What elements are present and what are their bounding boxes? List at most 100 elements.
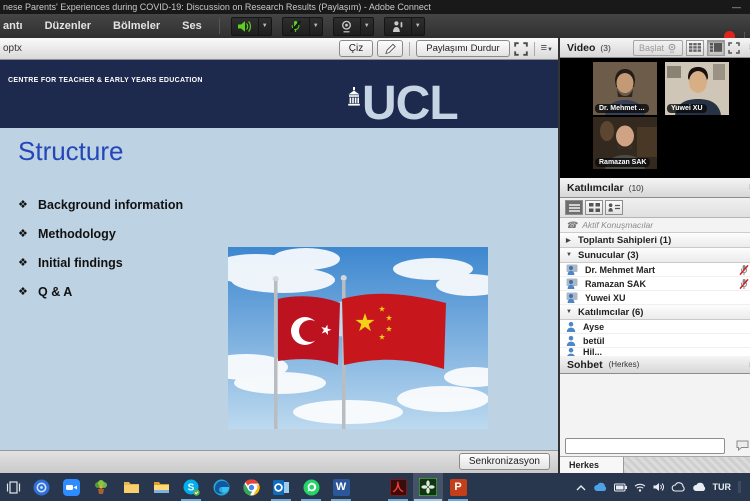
- tray-chevron-up-icon[interactable]: [576, 484, 586, 491]
- attendee-row[interactable]: Ayse: [560, 320, 750, 334]
- sidebar: Video (3) Başlat Dr. Mehmet ... Yuwei XU…: [560, 38, 750, 473]
- group-presenters[interactable]: ▼ Sunucular (3): [560, 248, 750, 263]
- taskbar-app-folder[interactable]: [116, 473, 146, 501]
- presentation-slide: CENTRE FOR TEACHER & EARLY YEARS EDUCATI…: [0, 60, 558, 450]
- taskbar-app-word[interactable]: W: [326, 473, 356, 501]
- grid-view-button[interactable]: [686, 39, 704, 56]
- cloud-sync-icon[interactable]: [692, 482, 706, 492]
- webcam-dropdown[interactable]: ▼: [360, 16, 374, 36]
- attendee-row[interactable]: Hil...: [560, 348, 750, 356]
- breakout-view-button[interactable]: [585, 200, 603, 215]
- bullet-text: Q & A: [38, 284, 73, 299]
- wifi-icon[interactable]: [634, 483, 646, 492]
- presenter-icon: [566, 264, 578, 275]
- task-view-icon: [6, 480, 20, 494]
- fullscreen-icon[interactable]: [513, 41, 528, 56]
- taskbar-app-plant[interactable]: [86, 473, 116, 501]
- draw-button[interactable]: Çiz: [338, 40, 374, 57]
- attendees-pod: Katılımcılar (10) ≡: [560, 178, 750, 356]
- attendee-name: Dr. Mehmet Mart: [585, 264, 656, 275]
- video-tile[interactable]: Ramazan SAK: [593, 117, 657, 169]
- task-view-button[interactable]: [0, 473, 26, 501]
- participant-icon: [566, 321, 576, 332]
- attendee-row[interactable]: betül: [560, 334, 750, 348]
- chat-input[interactable]: [565, 438, 725, 454]
- onedrive-blue-cloud-icon[interactable]: [593, 482, 607, 492]
- chat-input-row: [560, 437, 750, 456]
- taskbar-app-chrome[interactable]: [236, 473, 266, 501]
- sync-button[interactable]: Senkronizasyon: [458, 453, 550, 470]
- onedrive-cloud-icon[interactable]: [671, 482, 685, 492]
- taskbar-app-adobe-connect[interactable]: [413, 473, 443, 501]
- skype-icon: S: [183, 479, 200, 496]
- chat-bubble-icon[interactable]: [736, 440, 749, 451]
- window-title: nese Parents' Experiences during COVID-1…: [3, 2, 431, 12]
- slide-body: Structure ❖ Background information ❖ Met…: [0, 128, 558, 450]
- word-icon: W: [332, 478, 350, 496]
- chat-pod: Sohbet (Herkes) ≡ Herkes: [560, 356, 750, 473]
- minimize-icon[interactable]: —: [732, 0, 741, 14]
- active-speakers-row: ☎ Aktif Konuşmacılar: [560, 218, 750, 233]
- start-webcam-button[interactable]: Başlat: [632, 39, 683, 56]
- pointer-pen-button[interactable]: [377, 40, 404, 57]
- filmstrip-view-button[interactable]: [707, 39, 725, 56]
- menu-pods[interactable]: Bölmeler: [102, 20, 171, 32]
- microphone-muted-icon: [290, 19, 302, 33]
- webcam-button[interactable]: [332, 16, 361, 36]
- chat-tab-everyone[interactable]: Herkes: [560, 457, 624, 473]
- menu-separator: [218, 18, 220, 34]
- speaker-dropdown[interactable]: ▼: [258, 16, 272, 36]
- taskbar-app-whatsapp[interactable]: [296, 473, 326, 501]
- taskbar-app-skype[interactable]: S: [176, 473, 206, 501]
- title-bar: nese Parents' Experiences during COVID-1…: [0, 0, 750, 14]
- video-fullscreen-icon[interactable]: [728, 41, 740, 54]
- participant-icon: [567, 348, 575, 356]
- taskbar-app-file-explorer[interactable]: [146, 473, 176, 501]
- attendee-row[interactable]: Yuwei XU: [560, 291, 750, 305]
- status-dropdown[interactable]: ▼: [411, 16, 425, 36]
- attendee-name: Yuwei XU: [585, 292, 626, 303]
- bullet-item: ❖ Q & A: [18, 277, 183, 306]
- taskbar-app-edge[interactable]: [206, 473, 236, 501]
- video-pod-header: Video (3) Başlat: [560, 38, 750, 58]
- video-tile[interactable]: Dr. Mehmet ...: [593, 62, 657, 115]
- battery-icon[interactable]: [613, 483, 627, 492]
- taskbar-app-blue-circle[interactable]: [26, 473, 56, 501]
- group-participants[interactable]: ▼ Katılımcılar (6): [560, 305, 750, 320]
- attendee-row[interactable]: Dr. Mehmet Mart: [560, 263, 750, 277]
- filmstrip-view-icon: [710, 43, 722, 52]
- attendee-row[interactable]: Ramazan SAK: [560, 277, 750, 291]
- menu-meeting[interactable]: antı: [0, 20, 34, 32]
- presenter-icon: [566, 292, 578, 303]
- taskbar-app-powerpoint[interactable]: P: [443, 473, 473, 501]
- attendee-name: betül: [583, 335, 605, 346]
- menu-bar: antı Düzenler Bölmeler Ses ▼ ▼ ▼ ▼: [0, 14, 750, 44]
- taskbar-app-outlook[interactable]: [266, 473, 296, 501]
- status-raise-hand-button[interactable]: [383, 16, 412, 36]
- share-pod-header: optx Çiz Paylaşımı Durdur ≡▼: [0, 38, 558, 60]
- chrome-icon: [242, 478, 260, 495]
- group-hosts[interactable]: ▶ Toplantı Sahipleri (1): [560, 233, 750, 248]
- menu-audio[interactable]: Ses: [171, 20, 213, 32]
- adobe-connect-window: nese Parents' Experiences during COVID-1…: [0, 0, 750, 501]
- speaker-button[interactable]: [230, 16, 259, 36]
- pod-menu-icon[interactable]: ≡▼: [541, 42, 553, 55]
- chinese-flag: [342, 293, 446, 369]
- volume-icon[interactable]: [653, 482, 664, 492]
- stop-sharing-button[interactable]: Paylaşımı Durdur: [416, 40, 510, 57]
- video-tile[interactable]: Yuwei XU: [665, 62, 729, 115]
- language-indicator[interactable]: TUR: [713, 482, 732, 492]
- microphone-muted-button[interactable]: [281, 16, 310, 36]
- bullet-text: Methodology: [38, 226, 116, 241]
- menu-layouts[interactable]: Düzenler: [34, 20, 102, 32]
- share-pod-footer: Senkronizasyon: [0, 450, 558, 473]
- taskbar-app-acrobat[interactable]: 人: [383, 473, 413, 501]
- chat-pod-header: Sohbet (Herkes) ≡: [560, 356, 750, 374]
- status-view-button[interactable]: [605, 200, 623, 215]
- video-name-label: Ramazan SAK: [595, 158, 651, 167]
- list-view-button[interactable]: [565, 200, 583, 215]
- taskbar-app-zoom[interactable]: [56, 473, 86, 501]
- slide-title: Structure: [18, 136, 124, 166]
- microphone-dropdown[interactable]: ▼: [309, 16, 323, 36]
- start-webcam-label: Başlat: [638, 42, 664, 53]
